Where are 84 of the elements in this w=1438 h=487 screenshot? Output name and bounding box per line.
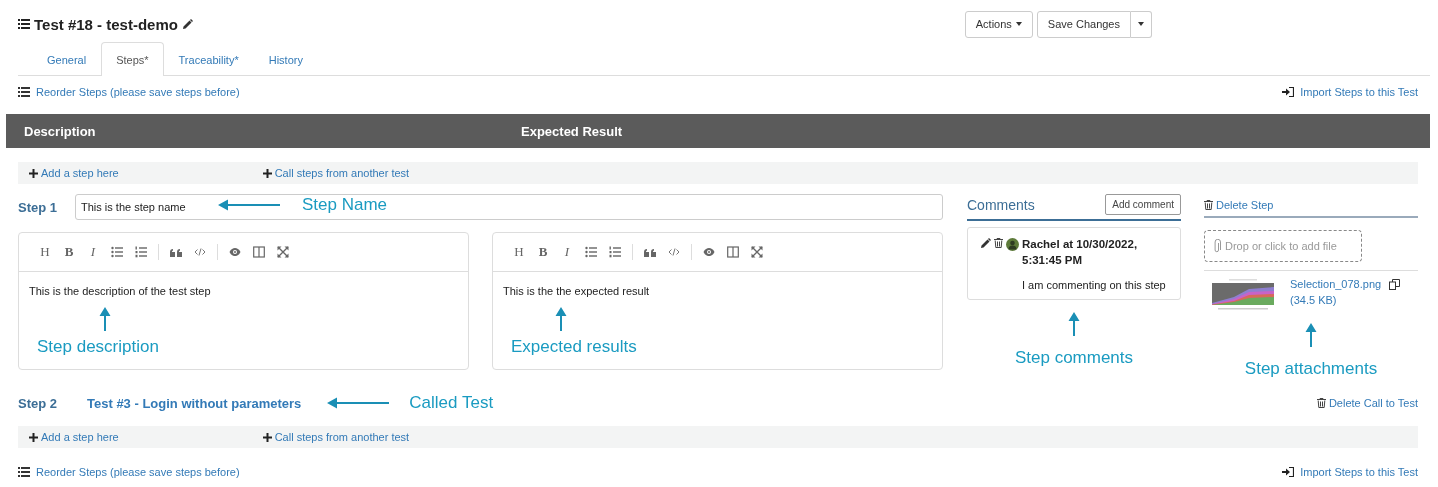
trash-icon [1204,200,1213,210]
toolbar-button[interactable]: I [555,244,579,260]
up-arrow-icon [555,307,567,331]
annotation-label: Step comments [1014,348,1134,368]
bulleted-list-icon[interactable] [585,246,597,258]
import-steps-link[interactable]: Import Steps to this Test [1300,86,1418,98]
columns-icon[interactable] [727,246,739,258]
trash-icon [1316,398,1326,408]
step-number: Step 1 [18,199,57,215]
annotation-label: Called Test [409,393,494,413]
attachment-link[interactable]: Selection_078.png [1290,277,1382,291]
add-step-link[interactable]: Add a step here [41,167,119,179]
toolbar-button[interactable]: B [57,244,81,260]
tab[interactable]: General [32,42,102,76]
actions-button[interactable]: Actions [964,10,1033,38]
file-dropzone[interactable]: Drop or click to add file [1204,230,1362,262]
code-icon[interactable] [668,246,680,258]
caret-icon [1138,22,1144,26]
editor-text: This is the description of the test step [29,285,212,297]
avatar-icon [1006,238,1019,251]
tab[interactable]: History [253,42,318,76]
toolbar-button[interactable]: I [81,244,105,260]
numbered-list-icon[interactable] [135,246,147,258]
pencil-icon[interactable] [980,238,991,249]
eye-icon[interactable] [703,246,715,258]
delete-call-link[interactable]: Delete Call to Test [1328,397,1418,409]
file-size: (34.5 KB) [1290,293,1338,307]
left-arrow-icon [327,397,390,409]
comment-author: Rachel at 10/30/2022, 5:31:45 PM [1022,237,1139,268]
editor-text: This is the the expected result [503,285,651,297]
call-steps-link[interactable]: Call steps from another test [274,167,410,179]
plus-icon [262,168,272,178]
list-icon [18,467,30,477]
dropdown-toggle-button[interactable] [1131,10,1152,38]
column-header: Description [23,123,97,139]
up-arrow-icon [1068,312,1080,336]
annotation-label: Step description [37,337,160,357]
up-arrow-icon [1305,323,1317,347]
quote-icon[interactable] [644,246,656,258]
plus-icon [29,432,38,442]
pencil-icon [181,18,193,30]
reorder-steps-link[interactable]: Reorder Steps (please save steps before) [36,86,240,98]
plus-icon [29,168,38,178]
tab[interactable]: Traceability* [163,42,254,76]
save-button[interactable]: Save Changes [1036,10,1131,38]
caret-icon [1015,22,1022,26]
paperclip-icon [1213,239,1221,253]
comment-text: I am commenting on this step [1022,278,1167,293]
column-header: Expected Result [520,123,624,139]
left-arrow-icon [218,199,280,211]
add-comment-button[interactable]: Add comment [1105,194,1181,215]
fullscreen-icon[interactable] [277,246,289,258]
toolbar-button[interactable]: H [507,244,531,260]
call-steps-link[interactable]: Call steps from another test [274,431,410,443]
quote-icon[interactable] [170,246,182,258]
bulleted-list-icon[interactable] [111,246,123,258]
dropzone-label: Drop or click to add file [1225,240,1337,252]
annotation-label: Step Name [302,195,388,215]
step-number: Step 2 [18,395,57,411]
sign-in-icon [1282,467,1295,477]
import-steps-link[interactable]: Import Steps to this Test [1300,466,1418,478]
toolbar-button[interactable]: B [531,244,555,260]
numbered-list-icon[interactable] [609,246,621,258]
eye-icon[interactable] [229,246,241,258]
copy-icon[interactable] [1389,279,1401,290]
trash-icon[interactable] [994,238,1003,248]
annotation-label: Expected results [511,337,638,357]
tab[interactable]: Steps* [101,42,164,76]
plus-icon [262,432,272,442]
list-icon [18,87,30,97]
page-title: Test #18 - test-demo [34,15,178,33]
reorder-steps-link[interactable]: Reorder Steps (please save steps before) [36,466,240,478]
comments-title: Comments [967,196,1035,213]
add-step-link[interactable]: Add a step here [41,431,119,443]
up-arrow-icon [99,307,111,331]
sign-in-icon [1282,87,1295,97]
annotation-label: Step attachments [1244,359,1378,379]
list-icon [18,19,30,29]
code-icon[interactable] [194,246,206,258]
columns-icon[interactable] [253,246,265,258]
called-test-link[interactable]: Test #3 - Login without parameters [87,395,302,411]
toolbar-button[interactable]: H [33,244,57,260]
fullscreen-icon[interactable] [751,246,763,258]
delete-step-link[interactable]: Delete Step [1216,199,1274,211]
